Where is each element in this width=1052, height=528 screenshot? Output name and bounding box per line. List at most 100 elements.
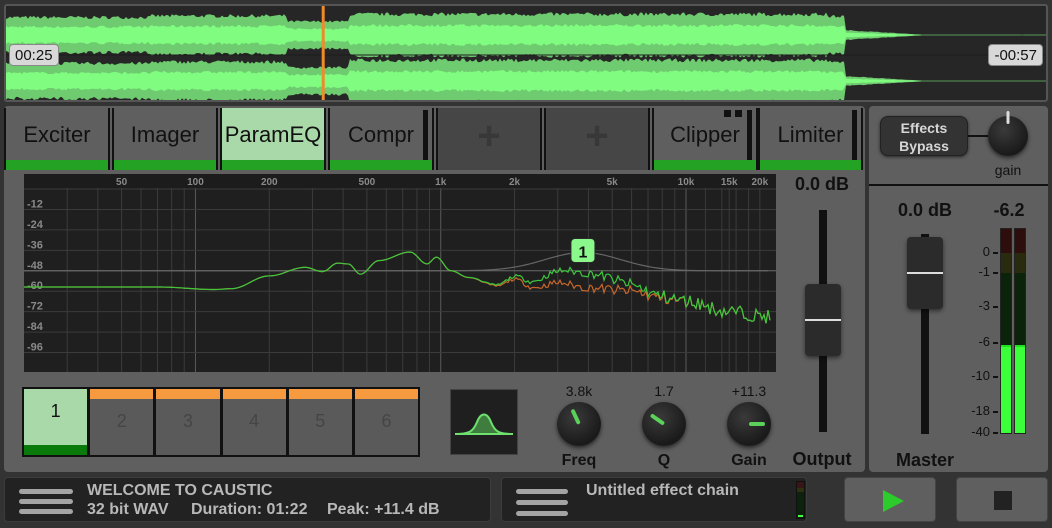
stop-button[interactable] — [956, 477, 1048, 522]
meter-tick-label: -18 — [971, 403, 990, 418]
effect-tab-label: Clipper — [670, 122, 740, 147]
q-value: 1.7 — [654, 383, 674, 399]
filter-shape-button[interactable] — [450, 389, 518, 455]
chain-name: Untitled effect chain — [586, 482, 739, 499]
db-tick-label: -12 — [27, 198, 43, 210]
master-meter-channel-2 — [1014, 228, 1026, 434]
chain-menu-icon[interactable] — [516, 487, 568, 516]
db-tick-label: -24 — [27, 219, 44, 231]
effect-enabled-bar — [330, 160, 432, 170]
freq-tick-label: 200 — [261, 177, 278, 188]
freq-knob[interactable] — [557, 402, 601, 446]
meter-tick-mark — [993, 306, 998, 308]
effect-tab-imager[interactable]: Imager — [112, 108, 218, 170]
band-button-6[interactable]: 6 — [354, 389, 419, 455]
gain-knob[interactable] — [727, 402, 771, 446]
band-number: 2 — [116, 411, 127, 431]
effect-tab-label: Exciter — [23, 122, 91, 147]
band-disabled-bar — [90, 389, 154, 399]
effect-tab-limiter[interactable]: Limiter — [758, 108, 863, 170]
meter-tick-label: -40 — [971, 424, 990, 439]
meter-tick-label: -6 — [978, 334, 990, 349]
band-button-3[interactable]: 3 — [156, 389, 220, 455]
meter-tick-label: -3 — [978, 298, 990, 313]
freq-knob-group: 3.8k Freq — [539, 382, 619, 470]
add-effect-slot[interactable]: + — [544, 108, 650, 170]
meter-tick-label: -1 — [978, 264, 990, 279]
master-divider — [869, 184, 1048, 186]
effect-enabled-bar — [6, 160, 108, 170]
effect-tab-compr[interactable]: Compr — [328, 108, 434, 170]
freq-value: 3.8k — [565, 383, 593, 399]
playhead[interactable] — [321, 6, 325, 100]
freq-tick-label: 15k — [721, 177, 738, 188]
plus-icon: + — [585, 114, 609, 158]
band-button-4[interactable]: 4 — [222, 389, 286, 455]
clip-indicator-icon — [724, 110, 744, 117]
effect-enabled-bar — [114, 160, 216, 170]
freq-tick-label: 20k — [752, 177, 769, 188]
freq-label: Freq — [561, 452, 597, 469]
freq-tick-label: 1k — [435, 177, 447, 188]
output-fader-handle[interactable] — [805, 284, 841, 356]
add-effect-slot[interactable]: + — [436, 108, 542, 170]
master-gain-value: 0.0 dB — [897, 200, 953, 220]
status-format: 32 bit WAV — [87, 501, 169, 518]
stop-icon — [994, 491, 1012, 510]
output-value: 0.0 dB — [794, 174, 850, 194]
band-active-bar — [24, 445, 88, 455]
chain-panel: Untitled effect chain — [501, 477, 807, 522]
effect-tab-label: ParamEQ — [224, 122, 322, 147]
meter-tick-mark — [993, 272, 998, 274]
gain-knob-group: +11.3 Gain — [709, 382, 789, 470]
meter-tick-mark — [993, 376, 998, 378]
reduction-meter — [747, 110, 752, 160]
band-marker-1[interactable]: 1 — [570, 237, 596, 263]
band-button-2[interactable]: 2 — [90, 389, 154, 455]
meter-tick-label: 0 — [982, 244, 990, 259]
freq-tick-label: 50 — [116, 177, 128, 188]
effect-tab-label: Compr — [347, 122, 414, 147]
master-gain-label: gain — [994, 162, 1022, 178]
effects-bypass-button[interactable]: Effects Bypass — [880, 116, 968, 156]
meter-tick-mark — [993, 342, 998, 344]
freq-tick-label: 10k — [678, 177, 695, 188]
bypass-label-line1: Effects — [900, 120, 948, 136]
waveform-channel-1-inner — [6, 24, 1046, 46]
status-title: WELCOME TO CAUSTIC — [87, 482, 273, 499]
effect-enabled-bar — [222, 160, 324, 170]
band-number: 4 — [249, 411, 260, 431]
db-tick-label: -84 — [27, 321, 44, 333]
remaining-time: -00:57 — [988, 44, 1043, 66]
band-disabled-bar — [288, 389, 352, 399]
effect-tab-parameq[interactable]: ParamEQ — [220, 108, 326, 170]
band-number: 1 — [50, 401, 61, 421]
band-disabled-bar — [354, 389, 419, 399]
effect-tab-clipper[interactable]: Clipper — [652, 108, 758, 170]
file-menu-icon[interactable] — [19, 487, 73, 515]
eq-graph-svg: 50 100 200 500 1k 2k 5k 10k 15k 20k -12 -24 -36 -48 -6… — [24, 174, 776, 372]
effect-tab-exciter[interactable]: Exciter — [4, 108, 110, 170]
freq-tick-label: 2k — [509, 177, 521, 188]
master-label: Master — [895, 450, 955, 470]
db-tick-label: -36 — [27, 239, 43, 251]
master-fader-handle[interactable] — [907, 237, 943, 309]
band-button-1[interactable]: 1 — [24, 389, 88, 455]
waveform-display[interactable]: 00:25 -00:57 — [4, 4, 1048, 102]
db-tick-label: -48 — [27, 260, 43, 272]
master-gain-knob[interactable] — [988, 111, 1028, 156]
input-spectrum-line — [24, 251, 771, 324]
effects-panel: Exciter Imager ParamEQ Compr + + Clipper Limite… — [4, 106, 865, 472]
band-button-5[interactable]: 5 — [288, 389, 352, 455]
play-button[interactable] — [844, 477, 936, 522]
status-duration: Duration: 01:22 — [191, 501, 308, 518]
effect-tab-label: Imager — [130, 122, 200, 147]
meter-tick-mark — [993, 432, 998, 434]
freq-tick-label: 100 — [187, 177, 204, 188]
reduction-meter — [852, 110, 857, 160]
eq-graph[interactable]: 50 100 200 500 1k 2k 5k 10k 15k 20k -12 -24 -36 -48 -6… — [24, 174, 776, 372]
q-knob[interactable] — [642, 402, 686, 446]
effect-enabled-bar — [760, 160, 861, 170]
status-panel: WELCOME TO CAUSTIC 32 bit WAV Duration: … — [4, 477, 491, 522]
output-label: Output — [792, 449, 852, 469]
